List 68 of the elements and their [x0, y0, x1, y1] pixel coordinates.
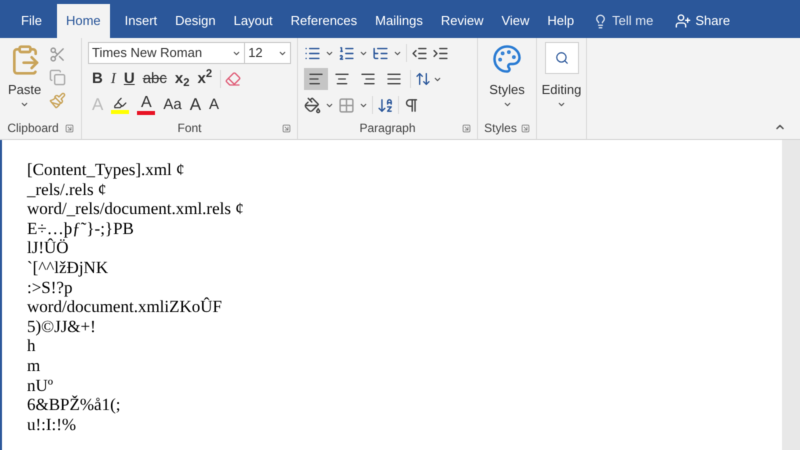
shading-icon[interactable]: [304, 96, 321, 114]
document-line: m: [27, 356, 40, 376]
align-icon: [386, 71, 402, 87]
document-line: :>S!?p: [27, 278, 72, 297]
ribbon-tab[interactable]: Design: [166, 4, 225, 38]
document-line: lJ!ÛÖ: [27, 238, 69, 258]
ribbon-tab[interactable]: Home: [56, 4, 110, 38]
dialog-launcher-icon[interactable]: [462, 124, 471, 132]
bold-button[interactable]: B: [88, 68, 107, 90]
styles-icon: [492, 44, 522, 74]
cut-icon[interactable]: [49, 46, 66, 63]
share-button[interactable]: Share: [671, 4, 734, 38]
script-button[interactable]: x$^{2}$: [193, 68, 216, 90]
document-line: _rels/.rels ¢: [27, 180, 106, 200]
editing-button[interactable]: Editing: [537, 38, 586, 108]
align-icon: [360, 71, 376, 87]
document-line: word/_rels/document.xml.rels ¢: [27, 199, 244, 219]
font-size-field[interactable]: 12: [245, 42, 291, 64]
line-spacing-icon[interactable]: [415, 71, 431, 87]
strikethrough-button[interactable]: abc: [138, 68, 171, 90]
ribbon-tab[interactable]: References: [282, 4, 366, 38]
document-line: [Content_Types].xml ¢: [27, 160, 184, 180]
ribbon-tab[interactable]: Review: [432, 4, 492, 38]
italic-button[interactable]: I: [106, 68, 120, 90]
document-line: 5)©JJ&+!: [27, 316, 96, 336]
grow-font-button[interactable]: A: [186, 94, 206, 116]
dialog-launcher-icon[interactable]: [64, 124, 74, 132]
font-name-field[interactable]: Times New Roman: [88, 42, 246, 64]
group-label: Font: [177, 120, 202, 137]
ribbon-tab[interactable]: Help: [538, 4, 584, 38]
document-line: h: [27, 336, 36, 356]
dialog-launcher-icon[interactable]: [282, 124, 291, 132]
document-line: `[^^lžÐjNK: [27, 258, 108, 278]
pilcrow-icon[interactable]: [403, 96, 420, 114]
document-line: E÷…þƒ˜}-;}PB: [27, 218, 134, 238]
dialog-launcher-icon[interactable]: [520, 124, 530, 132]
search-icon: [554, 51, 568, 65]
align-button[interactable]: [304, 68, 328, 90]
group-label: Paragraph: [359, 120, 416, 137]
shrink-font-button[interactable]: A: [205, 94, 224, 116]
paste-button[interactable]: Paste: [8, 44, 42, 117]
tell-me-button[interactable]: Tell me: [589, 4, 658, 38]
font-color-button[interactable]: A: [133, 94, 160, 116]
align-icon: [334, 71, 350, 87]
document-line: word/document.xmliZKoÛF: [27, 297, 222, 317]
underline-button[interactable]: U: [120, 68, 139, 90]
group-label: Clipboard: [7, 120, 59, 137]
numbering-icon[interactable]: [338, 44, 355, 62]
document-line: 6&BPŽ%å1(;: [27, 395, 120, 415]
borders-icon[interactable]: [338, 96, 355, 114]
document-line: nUº: [27, 376, 54, 395]
document-line: u!:I:!%: [27, 414, 76, 434]
align-icon: [308, 71, 324, 87]
ribbon-tab[interactable]: Insert: [116, 4, 166, 38]
ribbon-tab[interactable]: Layout: [224, 4, 282, 38]
share-person-icon: [675, 13, 692, 29]
script-button[interactable]: x$_{2}$: [170, 68, 194, 90]
styles-button[interactable]: Styles: [478, 38, 536, 117]
ribbon-tab[interactable]: View: [492, 4, 538, 38]
sort-icon[interactable]: [377, 96, 394, 114]
clear-formatting-icon[interactable]: [225, 71, 242, 87]
ribbon-tab[interactable]: Mailings: [366, 4, 432, 38]
scrollbar[interactable]: [782, 140, 800, 450]
highlighter-icon: [113, 96, 128, 110]
ribbon-tab[interactable]: File: [12, 4, 51, 38]
font-color-letter: A: [141, 95, 152, 111]
change-case-button[interactable]: Aa: [159, 94, 186, 116]
group-label: Styles: [484, 120, 517, 137]
